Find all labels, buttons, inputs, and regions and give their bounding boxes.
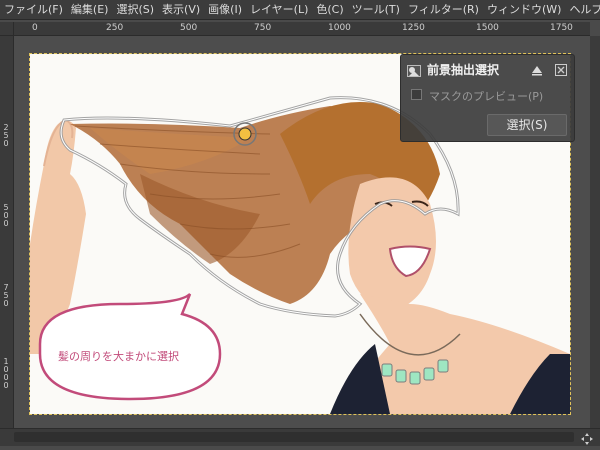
ruler-horizontal[interactable]: 0 250 500 750 1000 1250 1500 1750 <box>14 22 590 36</box>
menu-windows[interactable]: ウィンドウ(W) <box>487 0 567 19</box>
ruler-tick-label: 1000 <box>328 23 351 33</box>
menu-filters[interactable]: フィルター(R) <box>408 0 485 19</box>
ruler-tick-label: 1500 <box>476 23 499 33</box>
menu-select[interactable]: 選択(S) <box>116 0 160 19</box>
dialog-title: 前景抽出選択 <box>427 63 500 77</box>
horizontal-scrollbar[interactable] <box>14 432 574 442</box>
ruler-tick-label: 250 <box>106 23 124 33</box>
menu-file[interactable]: ファイル(F) <box>4 0 69 19</box>
foreground-select-dialog: 前景抽出選択 マスクのプレビュー(P) 選択(S) <box>400 54 575 142</box>
ruler-tick-label: 7 5 0 <box>3 283 9 308</box>
ruler-vertical[interactable]: 2 5 0 5 0 0 7 5 0 1 0 0 0 <box>0 36 14 428</box>
navigate-icon[interactable] <box>580 431 594 445</box>
ruler-tick-label: 500 <box>180 23 198 33</box>
menu-layer[interactable]: レイヤー(L) <box>250 0 314 19</box>
mask-preview-label: マスクのプレビュー(P) <box>429 90 544 103</box>
mask-preview-checkbox[interactable] <box>411 89 422 100</box>
menu-bar: ファイル(F) 編集(E) 選択(S) 表示(V) 画像(I) レイヤー(L) … <box>0 0 600 20</box>
ruler-tick-label: 1 0 0 0 <box>3 357 9 390</box>
menu-tools[interactable]: ツール(T) <box>352 0 406 19</box>
ruler-tick-label: 5 0 0 <box>3 203 9 228</box>
menu-edit[interactable]: 編集(E) <box>71 0 115 19</box>
menu-colors[interactable]: 色(C) <box>316 0 349 19</box>
menu-image[interactable]: 画像(I) <box>208 0 248 19</box>
triangle-up-icon[interactable] <box>531 61 543 76</box>
ruler-tick-label: 750 <box>254 23 272 33</box>
ruler-tick-label: 1750 <box>550 23 573 33</box>
menu-view[interactable]: 表示(V) <box>162 0 206 19</box>
bottom-bar <box>0 428 600 446</box>
annotation-text: 髪の周りを大まかに選択 <box>58 350 179 363</box>
ruler-corner[interactable] <box>0 22 14 36</box>
ruler-tick-label: 2 5 0 <box>3 123 9 148</box>
foreground-select-icon <box>407 62 421 77</box>
close-icon[interactable] <box>555 61 567 76</box>
ruler-tick-label: 0 <box>32 23 38 33</box>
menu-help[interactable]: ヘルプ(H) <box>569 0 600 19</box>
ruler-tick-label: 1250 <box>402 23 425 33</box>
vertical-scrollbar[interactable] <box>590 36 600 428</box>
select-button[interactable]: 選択(S) <box>487 114 567 136</box>
